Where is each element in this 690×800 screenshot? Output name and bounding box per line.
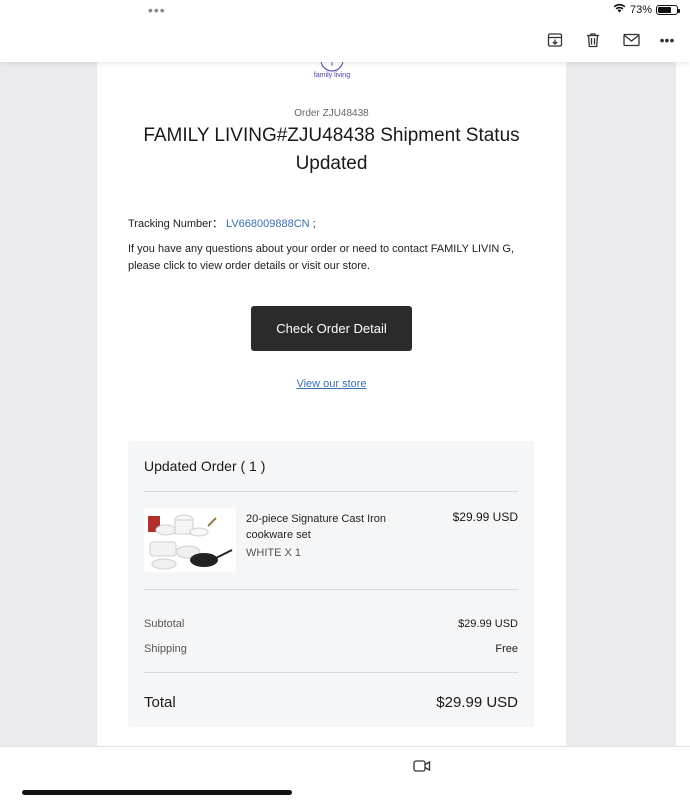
multitask-dots[interactable]: ••• — [148, 2, 166, 18]
home-indicator[interactable] — [22, 790, 292, 795]
divider — [144, 491, 518, 492]
envelope-icon[interactable] — [621, 30, 641, 50]
tracking-suffix: ; — [309, 218, 316, 230]
wifi-icon — [613, 3, 626, 16]
archive-download-icon[interactable] — [545, 30, 565, 50]
logo-mark-icon — [320, 62, 344, 72]
battery-icon — [656, 4, 680, 15]
product-variant: WHITE X 1 — [246, 547, 302, 559]
tracking-line: Tracking Number： LV668009888CN ; — [128, 215, 316, 231]
battery-percent: 73% — [629, 3, 652, 16]
logo-text: family living — [313, 72, 351, 79]
shipping-value: Free — [495, 643, 518, 655]
divider — [144, 672, 518, 673]
trash-icon[interactable] — [583, 30, 603, 50]
tracking-number-link[interactable]: LV668009888CN — [226, 218, 310, 230]
order-number: Order ZJU48438 — [294, 108, 369, 119]
cookware-image — [144, 508, 236, 572]
contact-paragraph: If you have any questions about your ord… — [128, 243, 515, 272]
status-indicators: 73% — [613, 3, 680, 16]
more-icon[interactable]: ••• — [657, 30, 677, 50]
battery-level-fill — [658, 6, 672, 13]
email-title: FAMILY LIVING#ZJU48438 Shipment Status U… — [143, 125, 520, 174]
total-value: $29.99 USD — [436, 694, 518, 711]
view-store-link[interactable]: View our store — [97, 378, 566, 390]
updated-order-card: Updated Order ( 1 ) 20-piece Signature C… — [128, 441, 534, 727]
tracking-label: Tracking Number： — [128, 218, 223, 230]
scroll-edge — [676, 62, 690, 746]
check-order-detail-button[interactable]: Check Order Detail — [251, 306, 412, 351]
video-camera-icon[interactable] — [413, 759, 431, 778]
product-thumbnail[interactable] — [144, 508, 236, 572]
product-price: $29.99 USD — [452, 510, 518, 524]
status-bar: ••• 73% — [0, 0, 690, 20]
subtotal-value: $29.99 USD — [458, 618, 518, 630]
family-living-logo: family living — [302, 62, 362, 90]
order-card-title: Updated Order ( 1 ) — [144, 458, 266, 474]
subtotal-label: Subtotal — [144, 618, 185, 630]
total-label: Total — [144, 694, 176, 711]
email-body[interactable]: family living Order ZJU48438 FAMILY LIVI… — [97, 62, 566, 746]
divider — [144, 589, 518, 590]
mail-toolbar: ••• — [0, 20, 690, 62]
product-name[interactable]: 20-piece Signature Cast Iron cookware se… — [246, 511, 416, 543]
shipping-label: Shipping — [144, 643, 187, 655]
